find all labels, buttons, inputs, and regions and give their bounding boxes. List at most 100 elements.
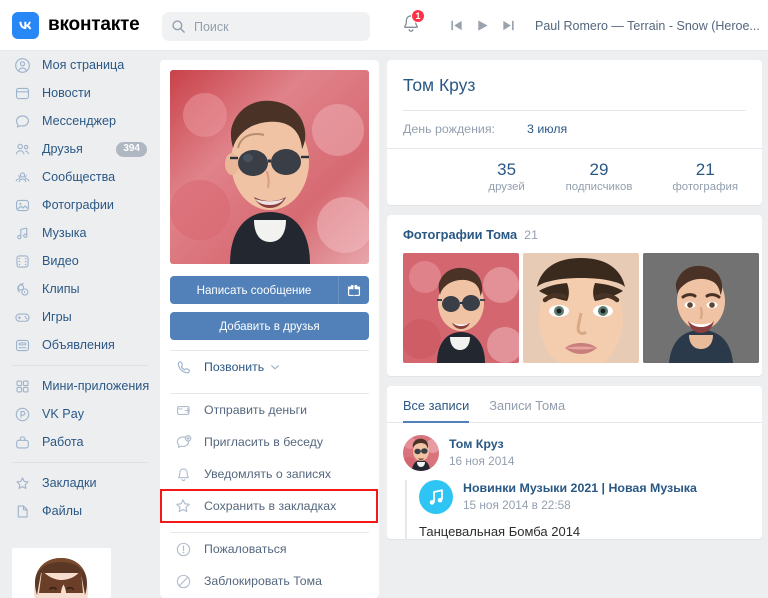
send-gift-button[interactable] [338,276,369,304]
report-action[interactable]: Пожаловаться [160,533,379,565]
sidebar-item-communities[interactable]: Сообщества [0,163,160,191]
post-date[interactable]: 16 ноя 2014 [449,454,514,468]
birthday-label: День рождения: [403,122,495,136]
photos-count: 21 [524,228,538,242]
sidebar-item-files[interactable]: Файлы [0,497,160,525]
next-track-button[interactable] [495,13,521,39]
notification-count-badge: 1 [411,9,425,23]
send-money-icon [172,402,194,419]
vk-logo-icon [12,11,39,39]
now-playing-title[interactable]: Paul Romero — Terrain - Snow (Heroe... [535,19,760,33]
photo-thumbnail[interactable] [403,253,519,363]
save-to-bookmarks-action[interactable]: Сохранить в закладках [160,490,379,522]
sidebar-item-bookmarks[interactable]: Закладки [0,469,160,497]
page-title: Том Круз [403,75,476,95]
repost-date[interactable]: 15 ноя 2014 в 22:58 [463,498,697,512]
photos-title[interactable]: Фотографии Тома [403,227,517,242]
photo-thumbnail[interactable] [643,253,759,363]
profile-photo[interactable] [170,70,369,264]
sidebar-item-label: Моя страница [42,58,125,72]
sidebar-item-mini-apps[interactable]: Мини-приложения [0,372,160,400]
video-icon [12,251,32,271]
photos-header: Фотографии Тома 21 [387,215,762,242]
sidebar-item-label: Закладки [42,476,97,490]
search-box[interactable] [162,12,370,41]
sidebar-item-work[interactable]: Работа [0,428,160,456]
tab-owner-posts[interactable]: Записи Тома [489,398,565,422]
user-circle-icon [12,55,32,75]
repost-block: Новинки Музыки 2021 | Новая Музыка 15 но… [405,480,746,539]
sidebar-item-photos[interactable]: Фотографии [0,191,160,219]
vk-pay-icon [12,404,32,424]
action-label: Уведомлять о записях [204,467,332,481]
sidebar-item-vk-pay[interactable]: VK Pay [0,400,160,428]
write-message-button[interactable]: Написать сообщение [170,276,338,304]
sidebar-item-ads[interactable]: Объявления [0,331,160,359]
communities-icon [12,167,32,187]
play-button[interactable] [469,13,495,39]
sidebar-item-news[interactable]: Новости [0,79,160,107]
sidebar-item-clips[interactable]: Клипы [0,275,160,303]
chevron-down-icon[interactable] [270,362,280,372]
sidebar-item-games[interactable]: Игры [0,303,160,331]
profile-actions-column: Написать сообщение Добавить в друзья Поз… [160,60,379,598]
star-bookmark-icon [172,497,194,515]
invite-chat-icon [172,434,194,451]
brand-wordmark: вконтакте [48,14,140,35]
wall-tabs: Все записи Записи Тома [387,386,762,423]
call-action[interactable]: Позвонить [160,351,379,383]
friends-icon [12,139,32,159]
notify-posts-action[interactable]: Уведомлять о записях [160,458,379,490]
sidebar-item-messenger[interactable]: Мессенджер [0,107,160,135]
games-icon [12,307,32,327]
sidebar-item-music[interactable]: Музыка [0,219,160,247]
search-input[interactable] [194,19,344,34]
report-icon [172,541,194,558]
sidebar-item-label: Файлы [42,504,83,518]
add-friend-button[interactable]: Добавить в друзья [170,312,369,340]
profile-counters: 35 друзей 29 подписчиков 21 фотография [387,148,762,205]
vk-logo[interactable]: вконтакте [12,11,140,39]
tom-cruise-closeup-portrait-icon [523,253,639,363]
counter-photos[interactable]: 21 фотография [652,159,758,193]
sidebar-item-label: Мини-приложения [42,379,150,393]
action-label: Заблокировать Тома [204,574,322,588]
counter-number: 35 [497,160,517,179]
tom-cruise-photo-icon [170,70,369,264]
counter-label: фотография [672,181,738,193]
audio-player: Paul Romero — Terrain - Snow (Heroe... [443,0,760,51]
music-group-avatar[interactable] [419,480,453,514]
repost-author[interactable]: Новинки Музыки 2021 | Новая Музыка [463,481,697,495]
avatar[interactable] [403,435,439,471]
photos-icon [12,195,32,215]
gift-icon [347,284,361,297]
promo-avatar[interactable] [12,548,111,598]
sidebar-item-friends[interactable]: Друзья 394 [0,135,160,163]
bookmark-star-icon [12,473,32,493]
files-icon [12,501,32,521]
action-label: Пожаловаться [204,542,287,556]
skip-previous-icon [450,20,462,31]
photos-card: Фотографии Тома 21 [387,215,762,376]
counter-label: друзей [488,181,525,193]
prev-track-button[interactable] [443,13,469,39]
notifications-bell[interactable]: 1 [400,9,425,40]
block-user-action[interactable]: Заблокировать Тома [160,565,379,597]
counter-number: 29 [589,160,609,179]
action-label: Отправить деньги [204,403,307,417]
tab-all-posts[interactable]: Все записи [403,398,470,423]
birthday-value[interactable]: 3 июля [527,122,567,136]
sidebar-item-label: Друзья [42,142,83,156]
send-money-action[interactable]: Отправить деньги [160,394,379,426]
sidebar-item-my-page[interactable]: Моя страница [0,51,160,79]
sidebar-item-label: VK Pay [42,407,84,421]
sidebar-item-label: Видео [42,254,79,268]
action-label: Пригласить в беседу [204,435,323,449]
post-author[interactable]: Том Круз [449,437,514,451]
counter-followers[interactable]: 29 подписчиков [546,159,653,193]
photo-thumbnail[interactable] [523,253,639,363]
sidebar-item-video[interactable]: Видео [0,247,160,275]
photos-strip [387,242,762,376]
counter-friends[interactable]: 35 друзей [468,159,546,193]
invite-to-chat-action[interactable]: Пригласить в беседу [160,426,379,458]
